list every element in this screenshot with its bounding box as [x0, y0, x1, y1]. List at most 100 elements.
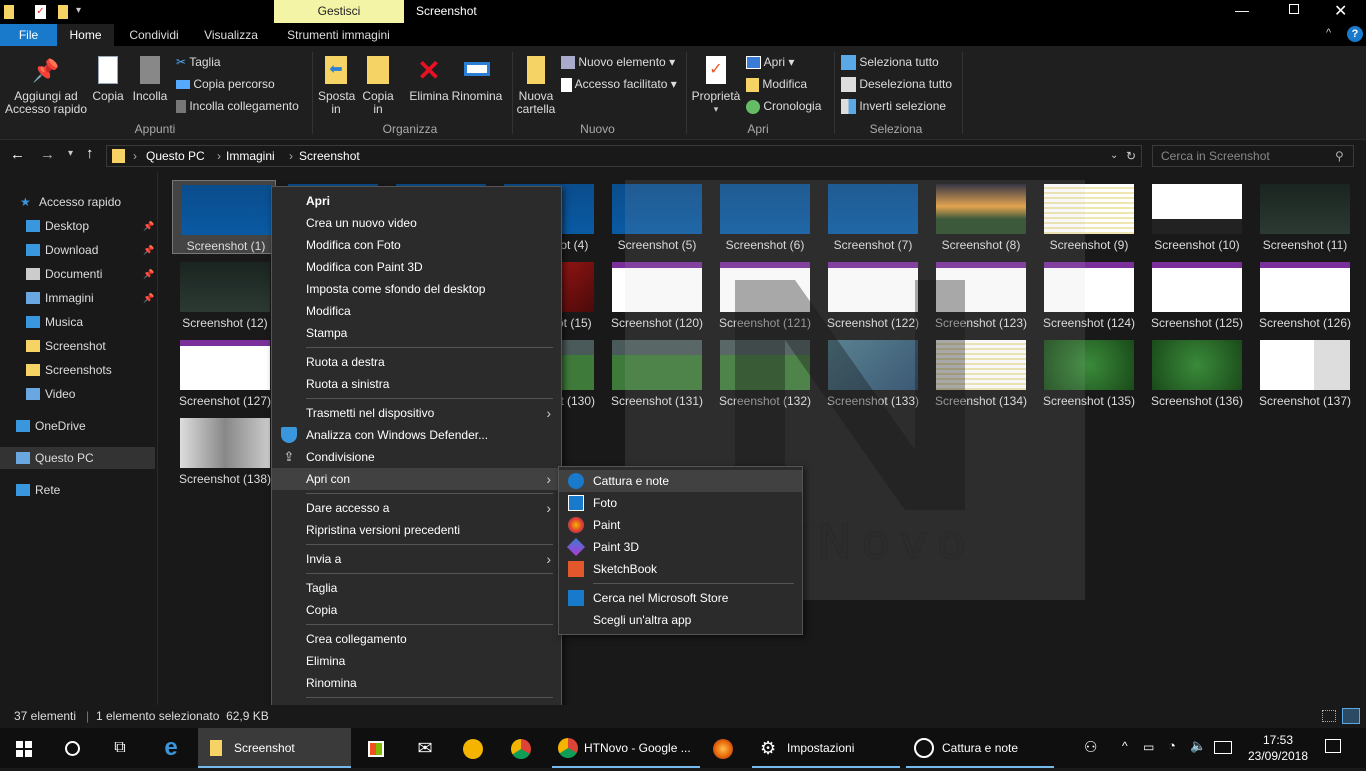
- menu-item-invia-a[interactable]: Invia a ›: [272, 548, 561, 570]
- cortana-button[interactable]: [48, 728, 96, 768]
- menu-item-stampa[interactable]: Stampa: [272, 322, 561, 344]
- menu-item-copia[interactable]: Copia: [272, 599, 561, 621]
- sidebar-item-accesso-rapido[interactable]: ★ Accesso rapido: [0, 191, 155, 213]
- menu-item-elimina[interactable]: Elimina: [272, 650, 561, 672]
- breadcrumb-questo-pc[interactable]: Questo PC: [146, 146, 205, 166]
- sidebar-item-rete[interactable]: Rete: [0, 479, 155, 501]
- file-thumbnail[interactable]: Screenshot (122): [820, 258, 924, 332]
- firefox-button[interactable]: [706, 728, 740, 768]
- tab-home[interactable]: Home: [57, 24, 114, 46]
- easy-access-button[interactable]: Accesso facilitato ▾: [561, 76, 677, 92]
- menu-item-cerca-nel-microsoft-store[interactable]: Cerca nel Microsoft Store: [559, 587, 802, 609]
- file-thumbnail[interactable]: Screenshot (136): [1144, 336, 1248, 410]
- move-to-button[interactable]: ⬅ Sposta in: [316, 56, 356, 116]
- select-none-button[interactable]: Deseleziona tutto: [841, 76, 952, 93]
- file-thumbnail[interactable]: Screenshot (137): [1252, 336, 1356, 410]
- up-button[interactable]: ↑: [86, 145, 94, 162]
- menu-item-dare-accesso-a[interactable]: Dare accesso a ›: [272, 497, 561, 519]
- menu-item-cattura-e-note[interactable]: Cattura e note: [559, 470, 802, 492]
- edit-button[interactable]: Modifica: [746, 76, 807, 92]
- tab-condividi[interactable]: Condividi: [118, 24, 190, 46]
- menu-item-paint[interactable]: Paint: [559, 514, 802, 536]
- edge-button[interactable]: e: [148, 728, 194, 768]
- menu-item-condivisione[interactable]: ⇪ Condivisione: [272, 446, 561, 468]
- close-button[interactable]: ✕: [1334, 1, 1347, 21]
- breadcrumb-immagini[interactable]: Immagini: [226, 146, 275, 166]
- sidebar-item-screenshots[interactable]: Screenshots: [0, 359, 155, 381]
- menu-item-taglia[interactable]: Taglia: [272, 577, 561, 599]
- menu-item-ruota-a-destra[interactable]: Ruota a destra: [272, 351, 561, 373]
- taskbar-chrome[interactable]: HTNovo - Google ...: [552, 728, 700, 768]
- history-button[interactable]: Cronologia: [746, 98, 821, 114]
- open-button[interactable]: Apri ▾: [746, 54, 794, 70]
- file-thumbnail[interactable]: Screenshot (5): [604, 180, 708, 254]
- rename-button[interactable]: Rinomina: [450, 56, 504, 103]
- battery-icon[interactable]: ▭: [1143, 740, 1154, 754]
- sidebar-item-desktop[interactable]: Desktop 📌: [0, 215, 155, 237]
- menu-item-scegli-un-altra-app[interactable]: Scegli un'altra app: [559, 609, 802, 631]
- file-thumbnail[interactable]: Screenshot (125): [1144, 258, 1248, 332]
- address-field[interactable]: › Questo PC › Immagini › Screenshot ⌄ ↻: [106, 145, 1142, 167]
- menu-item-imposta-come-sfondo-del-desktop[interactable]: Imposta come sfondo del desktop: [272, 278, 561, 300]
- volume-icon[interactable]: 🔈: [1190, 738, 1206, 754]
- file-thumbnail[interactable]: Screenshot (12): [172, 258, 276, 332]
- copy-to-button[interactable]: Copia in: [358, 56, 398, 116]
- file-thumbnail[interactable]: Screenshot (6): [712, 180, 816, 254]
- file-thumbnail[interactable]: Screenshot (132): [712, 336, 816, 410]
- menu-item-rinomina[interactable]: Rinomina: [272, 672, 561, 694]
- minimize-button[interactable]: —: [1235, 2, 1249, 18]
- delete-button[interactable]: ✕ Elimina: [406, 56, 452, 103]
- keyboard-icon[interactable]: [1214, 741, 1232, 754]
- sidebar-item-screenshot[interactable]: Screenshot: [0, 335, 155, 357]
- menu-item-apri-con[interactable]: Apri con ›: [272, 468, 561, 490]
- taskbar-explorer[interactable]: Screenshot: [198, 728, 351, 768]
- breadcrumb-screenshot[interactable]: Screenshot: [299, 146, 360, 166]
- sidebar-item-video[interactable]: Video: [0, 383, 155, 405]
- tab-strumenti-immagini[interactable]: Strumenti immagini: [276, 24, 401, 46]
- collapse-ribbon-icon[interactable]: ^: [1326, 27, 1331, 39]
- mail-button[interactable]: ✉: [408, 728, 442, 768]
- details-view-button[interactable]: [1322, 710, 1336, 722]
- menu-item-modifica-con-paint-3d[interactable]: Modifica con Paint 3D: [272, 256, 561, 278]
- file-thumbnail[interactable]: Screenshot (126): [1252, 258, 1356, 332]
- file-thumbnail[interactable]: Screenshot (1): [172, 180, 276, 254]
- refresh-icon[interactable]: ↻: [1126, 146, 1136, 166]
- sidebar-item-questo-pc[interactable]: Questo PC: [0, 447, 155, 469]
- file-thumbnail[interactable]: Screenshot (138): [172, 414, 276, 488]
- start-button[interactable]: [0, 728, 48, 768]
- copy-path-button[interactable]: Copia percorso: [176, 76, 275, 92]
- file-thumbnail[interactable]: Screenshot (121): [712, 258, 816, 332]
- menu-item-analizza-con-windows-defender[interactable]: Analizza con Windows Defender...: [272, 424, 561, 446]
- properties-button[interactable]: ✓ Proprietà ▾: [690, 56, 742, 116]
- task-view-button[interactable]: ⧉: [96, 728, 144, 768]
- pin-quick-access-button[interactable]: 📌 Aggiungi ad Accesso rapido: [4, 56, 88, 116]
- search-input[interactable]: Cerca in Screenshot ⚲: [1152, 145, 1354, 167]
- paste-button[interactable]: Incolla: [130, 56, 170, 103]
- file-thumbnail[interactable]: Screenshot (120): [604, 258, 708, 332]
- recent-locations-button[interactable]: ▾: [68, 148, 73, 159]
- new-folder-quick-icon[interactable]: [58, 5, 68, 19]
- wifi-icon[interactable]: ◔: [1168, 738, 1176, 753]
- sidebar-item-download[interactable]: Download 📌: [0, 239, 155, 261]
- file-thumbnail[interactable]: Screenshot (127): [172, 336, 276, 410]
- file-thumbnail[interactable]: Screenshot (134): [928, 336, 1032, 410]
- tab-file[interactable]: File: [0, 24, 57, 46]
- help-icon[interactable]: ?: [1347, 26, 1363, 42]
- file-thumbnail[interactable]: Screenshot (133): [820, 336, 924, 410]
- file-thumbnail[interactable]: Screenshot (7): [820, 180, 924, 254]
- sidebar-item-onedrive[interactable]: OneDrive: [0, 415, 155, 437]
- menu-item-crea-collegamento[interactable]: Crea collegamento: [272, 628, 561, 650]
- menu-item-apri[interactable]: Apri: [272, 190, 561, 212]
- large-icons-view-button[interactable]: [1342, 708, 1360, 724]
- cut-button[interactable]: ✂ Taglia: [176, 54, 221, 70]
- menu-item-foto[interactable]: Foto: [559, 492, 802, 514]
- clock[interactable]: 17:53 23/09/2018: [1242, 732, 1314, 764]
- taskbar-settings[interactable]: ⚙ Impostazioni: [752, 728, 900, 768]
- menu-item-sketchbook[interactable]: SketchBook: [559, 558, 802, 580]
- people-icon[interactable]: ⚇: [1084, 738, 1097, 756]
- file-thumbnail[interactable]: Screenshot (11): [1252, 180, 1356, 254]
- menu-item-ruota-a-sinistra[interactable]: Ruota a sinistra: [272, 373, 561, 395]
- chrome-app-button[interactable]: [456, 728, 490, 768]
- address-dropdown-icon[interactable]: ⌄: [1110, 146, 1118, 166]
- sidebar-item-musica[interactable]: Musica: [0, 311, 155, 333]
